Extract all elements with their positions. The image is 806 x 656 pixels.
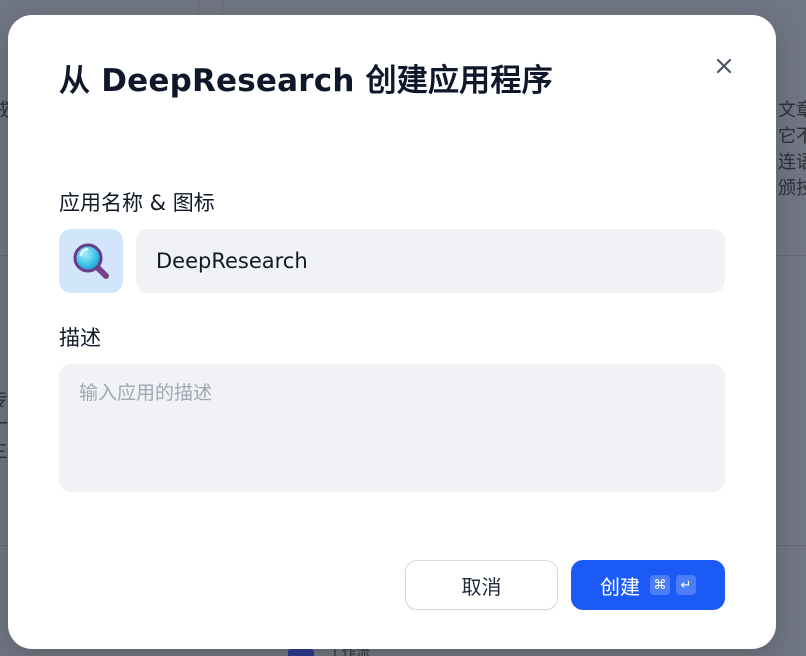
cancel-button[interactable]: 取消 [405, 560, 558, 610]
app-name-input[interactable] [136, 229, 725, 293]
background-text-left-3: 一 [0, 412, 8, 438]
command-key-icon: ⌘ [650, 575, 670, 595]
background-panel-top [198, 0, 199, 15]
app-icon-picker[interactable] [59, 229, 123, 293]
background-text-left-4: 三 [0, 440, 8, 466]
create-button-label: 创建 [600, 574, 640, 599]
background-divider-left [0, 255, 8, 256]
enter-key-icon: ↵ [676, 575, 696, 595]
create-button[interactable]: 创建 ⌘ ↵ [571, 560, 725, 610]
close-button[interactable] [711, 53, 737, 79]
background-divider-right-2 [776, 545, 806, 546]
background-divider-right-1 [776, 255, 806, 256]
background-bottom-icon [288, 649, 314, 656]
magnifying-glass-icon [73, 243, 109, 279]
background-panel-top-right [222, 0, 223, 15]
close-icon [716, 58, 732, 74]
background-text-right-4: 颁技 [778, 178, 806, 199]
description-label: 描述 [59, 326, 101, 350]
cancel-button-label: 取消 [461, 574, 502, 599]
create-app-dialog: 从 DeepResearch 创建应用程序 应用名称 & 图标 描述 取消 创建 [8, 15, 776, 649]
dialog-title: 从 DeepResearch 创建应用程序 [59, 63, 553, 99]
app-name-icon-label: 应用名称 & 图标 [59, 191, 215, 215]
description-input[interactable] [59, 364, 725, 492]
background-text-right-1: 文章 [778, 100, 806, 121]
background-text-right-3: 连语 [778, 152, 806, 173]
background-text-right-2: 它不 [778, 126, 806, 147]
background-divider-left-2 [0, 545, 8, 546]
background-text-left-2: 专 [0, 388, 8, 414]
